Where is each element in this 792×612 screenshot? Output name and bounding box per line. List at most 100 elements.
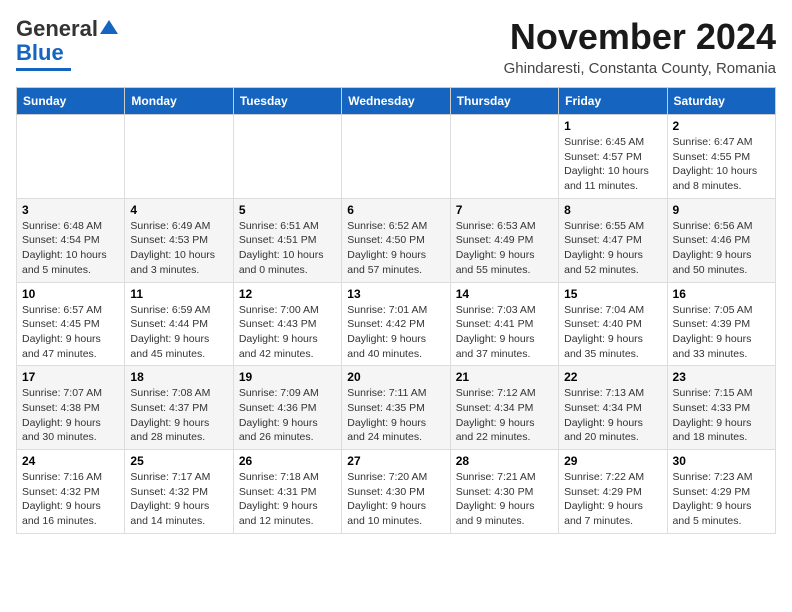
day-info: Sunrise: 7:04 AMSunset: 4:40 PMDaylight:… [564,303,661,362]
calendar-cell: 5 Sunrise: 6:51 AMSunset: 4:51 PMDaylight… [233,198,341,282]
day-info: Sunrise: 7:17 AMSunset: 4:32 PMDaylight:… [130,470,227,529]
day-info: Sunrise: 6:51 AMSunset: 4:51 PMDaylight:… [239,219,336,278]
calendar-cell: 26 Sunrise: 7:18 AMSunset: 4:31 PMDayligh… [233,450,341,534]
logo-icon [100,18,118,36]
calendar-cell [233,115,341,199]
day-number: 20 [347,370,444,384]
calendar-cell [17,115,125,199]
week-row-2: 3 Sunrise: 6:48 AMSunset: 4:54 PMDaylight… [17,198,776,282]
calendar-cell: 19 Sunrise: 7:09 AMSunset: 4:36 PMDayligh… [233,366,341,450]
day-info: Sunrise: 6:55 AMSunset: 4:47 PMDaylight:… [564,219,661,278]
day-info: Sunrise: 7:13 AMSunset: 4:34 PMDaylight:… [564,386,661,445]
calendar-cell: 10 Sunrise: 6:57 AMSunset: 4:45 PMDayligh… [17,282,125,366]
day-info: Sunrise: 7:21 AMSunset: 4:30 PMDaylight:… [456,470,553,529]
week-row-4: 17 Sunrise: 7:07 AMSunset: 4:38 PMDayligh… [17,366,776,450]
day-number: 1 [564,119,661,133]
day-number: 29 [564,454,661,468]
title-area: November 2024 Ghindaresti, Constanta Cou… [504,16,776,77]
calendar-cell: 21 Sunrise: 7:12 AMSunset: 4:34 PMDayligh… [450,366,558,450]
logo-underline [16,68,71,71]
day-number: 16 [673,287,770,301]
day-info: Sunrise: 6:56 AMSunset: 4:46 PMDaylight:… [673,219,770,278]
calendar-cell: 8Sunrise: 6:55 AMSunset: 4:47 PMDaylight… [559,198,667,282]
calendar-cell: 3 Sunrise: 6:48 AMSunset: 4:54 PMDaylight… [17,198,125,282]
day-number: 11 [130,287,227,301]
logo-blue: Blue [16,40,64,65]
day-number: 10 [22,287,119,301]
day-number: 26 [239,454,336,468]
day-number: 28 [456,454,553,468]
calendar-cell: 30 Sunrise: 7:23 AMSunset: 4:29 PMDayligh… [667,450,775,534]
day-info: Sunrise: 7:22 AMSunset: 4:29 PMDaylight:… [564,470,661,529]
calendar-cell [342,115,450,199]
day-info: Sunrise: 7:05 AMSunset: 4:39 PMDaylight:… [673,303,770,362]
calendar-cell: 1Sunrise: 6:45 AMSunset: 4:57 PMDaylight… [559,115,667,199]
day-info: Sunrise: 6:48 AMSunset: 4:54 PMDaylight:… [22,219,119,278]
day-number: 9 [673,203,770,217]
calendar-cell: 17 Sunrise: 7:07 AMSunset: 4:38 PMDayligh… [17,366,125,450]
header-day-thursday: Thursday [450,88,558,115]
header: General Blue November 2024 Ghindaresti, … [16,16,776,77]
week-row-3: 10 Sunrise: 6:57 AMSunset: 4:45 PMDayligh… [17,282,776,366]
month-title: November 2024 [504,16,776,58]
calendar-cell: 12 Sunrise: 7:00 AMSunset: 4:43 PMDayligh… [233,282,341,366]
logo: General Blue [16,16,118,71]
calendar-cell: 4Sunrise: 6:49 AMSunset: 4:53 PMDaylight… [125,198,233,282]
day-number: 21 [456,370,553,384]
calendar-cell: 7Sunrise: 6:53 AMSunset: 4:49 PMDaylight… [450,198,558,282]
week-row-1: 1Sunrise: 6:45 AMSunset: 4:57 PMDaylight… [17,115,776,199]
calendar-cell: 24Sunrise: 7:16 AMSunset: 4:32 PMDayligh… [17,450,125,534]
day-info: Sunrise: 6:53 AMSunset: 4:49 PMDaylight:… [456,219,553,278]
calendar-cell: 27 Sunrise: 7:20 AMSunset: 4:30 PMDayligh… [342,450,450,534]
day-info: Sunrise: 6:49 AMSunset: 4:53 PMDaylight:… [130,219,227,278]
header-day-tuesday: Tuesday [233,88,341,115]
calendar-cell: 9 Sunrise: 6:56 AMSunset: 4:46 PMDaylight… [667,198,775,282]
day-number: 25 [130,454,227,468]
day-info: Sunrise: 7:09 AMSunset: 4:36 PMDaylight:… [239,386,336,445]
day-number: 5 [239,203,336,217]
header-day-sunday: Sunday [17,88,125,115]
calendar-cell: 22 Sunrise: 7:13 AMSunset: 4:34 PMDayligh… [559,366,667,450]
day-info: Sunrise: 7:23 AMSunset: 4:29 PMDaylight:… [673,470,770,529]
day-info: Sunrise: 7:01 AMSunset: 4:42 PMDaylight:… [347,303,444,362]
day-info: Sunrise: 7:15 AMSunset: 4:33 PMDaylight:… [673,386,770,445]
day-info: Sunrise: 6:52 AMSunset: 4:50 PMDaylight:… [347,219,444,278]
calendar-cell: 20Sunrise: 7:11 AMSunset: 4:35 PMDayligh… [342,366,450,450]
header-day-friday: Friday [559,88,667,115]
day-info: Sunrise: 7:20 AMSunset: 4:30 PMDaylight:… [347,470,444,529]
calendar-cell: 25 Sunrise: 7:17 AMSunset: 4:32 PMDayligh… [125,450,233,534]
calendar-cell: 28 Sunrise: 7:21 AMSunset: 4:30 PMDayligh… [450,450,558,534]
calendar-cell: 14Sunrise: 7:03 AMSunset: 4:41 PMDayligh… [450,282,558,366]
day-info: Sunrise: 7:00 AMSunset: 4:43 PMDaylight:… [239,303,336,362]
day-number: 15 [564,287,661,301]
day-number: 19 [239,370,336,384]
day-info: Sunrise: 7:07 AMSunset: 4:38 PMDaylight:… [22,386,119,445]
calendar-cell: 23 Sunrise: 7:15 AMSunset: 4:33 PMDayligh… [667,366,775,450]
day-number: 12 [239,287,336,301]
day-info: Sunrise: 7:18 AMSunset: 4:31 PMDaylight:… [239,470,336,529]
day-number: 22 [564,370,661,384]
calendar-cell: 29 Sunrise: 7:22 AMSunset: 4:29 PMDayligh… [559,450,667,534]
calendar-cell [450,115,558,199]
day-number: 30 [673,454,770,468]
calendar-cell: 16 Sunrise: 7:05 AMSunset: 4:39 PMDayligh… [667,282,775,366]
calendar-cell [125,115,233,199]
day-number: 27 [347,454,444,468]
day-number: 13 [347,287,444,301]
day-number: 23 [673,370,770,384]
header-day-wednesday: Wednesday [342,88,450,115]
calendar-cell: 6Sunrise: 6:52 AMSunset: 4:50 PMDaylight… [342,198,450,282]
day-number: 3 [22,203,119,217]
day-info: Sunrise: 7:12 AMSunset: 4:34 PMDaylight:… [456,386,553,445]
day-info: Sunrise: 6:57 AMSunset: 4:45 PMDaylight:… [22,303,119,362]
day-number: 18 [130,370,227,384]
day-number: 2 [673,119,770,133]
day-number: 17 [22,370,119,384]
header-day-monday: Monday [125,88,233,115]
calendar-cell: 11Sunrise: 6:59 AMSunset: 4:44 PMDayligh… [125,282,233,366]
week-row-5: 24Sunrise: 7:16 AMSunset: 4:32 PMDayligh… [17,450,776,534]
subtitle: Ghindaresti, Constanta County, Romania [504,60,776,77]
day-info: Sunrise: 7:03 AMSunset: 4:41 PMDaylight:… [456,303,553,362]
logo-general: General [16,16,98,42]
calendar-cell: 2Sunrise: 6:47 AMSunset: 4:55 PMDaylight… [667,115,775,199]
